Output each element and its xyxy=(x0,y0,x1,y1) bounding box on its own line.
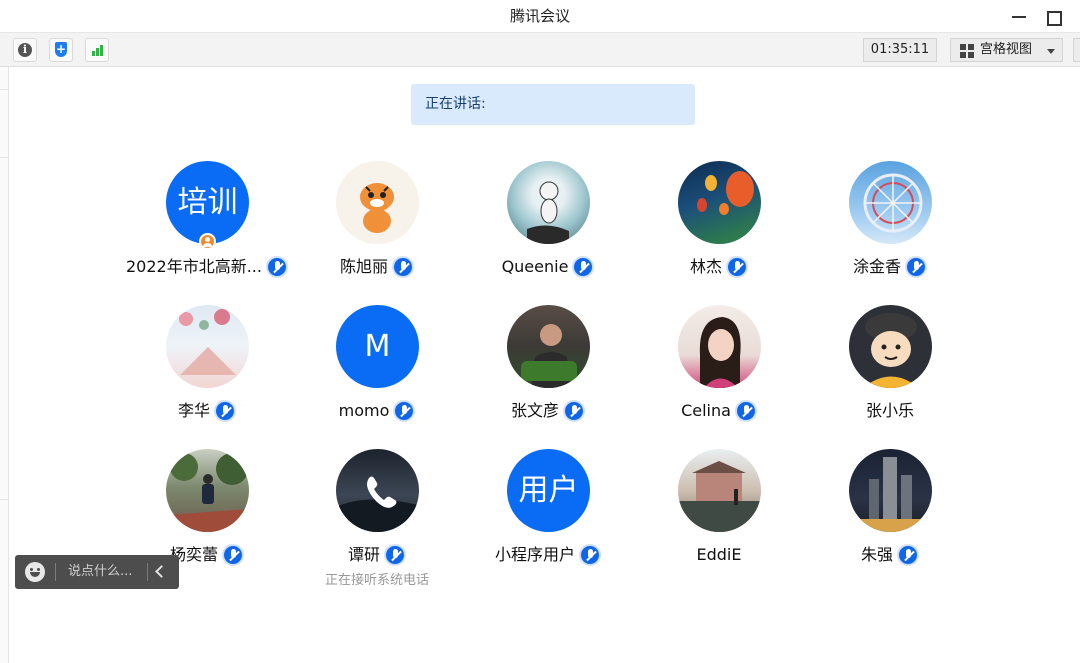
participant-name: 陈旭丽 xyxy=(339,256,388,276)
avatar xyxy=(166,305,249,388)
maximize-icon[interactable] xyxy=(1041,6,1063,28)
meeting-window: 腾讯会议 01:35:11 宫格视图 正在讲话: 培训 2022年市北高新... xyxy=(0,0,1080,663)
minimize-icon[interactable] xyxy=(1008,6,1030,28)
phone-call-icon xyxy=(336,476,419,532)
grid-view-icon xyxy=(960,44,974,58)
avatar xyxy=(166,449,249,532)
participant-name: 2022年市北高新... xyxy=(126,256,262,276)
mic-icon xyxy=(726,255,748,278)
mic-icon xyxy=(214,399,236,422)
mic-icon xyxy=(222,543,244,566)
divider xyxy=(55,563,56,581)
participant-tile[interactable]: Celina xyxy=(634,305,804,445)
meeting-timer: 01:35:11 xyxy=(863,38,937,62)
emoji-icon[interactable] xyxy=(25,562,45,582)
chat-input[interactable]: 说点什么... xyxy=(68,555,132,589)
avatar xyxy=(336,161,419,244)
participant-tile[interactable]: 陈旭丽 xyxy=(292,161,462,301)
participant-name: 涂金香 xyxy=(852,256,901,276)
chevron-left-icon[interactable] xyxy=(155,565,168,578)
meeting-toolbar: 01:35:11 宫格视图 xyxy=(0,33,1080,67)
avatar xyxy=(849,449,932,532)
avatar xyxy=(507,305,590,388)
avatar xyxy=(507,161,590,244)
chat-bar: 说点什么... xyxy=(15,555,179,589)
participant-tile[interactable]: 培训 2022年市北高新... xyxy=(122,161,292,301)
participant-name: 谭研 xyxy=(347,544,380,564)
city-skyscraper-icon xyxy=(849,457,932,532)
mic-icon xyxy=(384,543,406,566)
participant-name: 李华 xyxy=(177,400,210,420)
person-outdoor-icon xyxy=(166,453,249,532)
participant-name: 小程序用户 xyxy=(494,544,575,564)
participant-tile[interactable]: 林杰 xyxy=(634,161,804,301)
mic-icon xyxy=(393,399,416,422)
mic-icon xyxy=(563,399,585,422)
avatar xyxy=(678,161,761,244)
cartoon-boy-icon xyxy=(863,313,919,388)
participant-name: 林杰 xyxy=(689,256,722,276)
mic-icon xyxy=(897,543,919,566)
avatar xyxy=(678,449,761,532)
woman-portrait-icon xyxy=(699,317,741,388)
participant-tile[interactable]: 朱强 xyxy=(805,449,975,589)
avatar: M xyxy=(336,305,419,388)
tiger-cartoon-icon xyxy=(360,183,394,233)
host-icon xyxy=(199,233,216,250)
network-signal-icon[interactable] xyxy=(85,38,109,62)
participant-name: 朱强 xyxy=(860,544,893,564)
avatar: 用户 xyxy=(507,449,590,532)
avatar xyxy=(336,449,419,532)
mic-icon xyxy=(392,255,414,278)
mic-icon xyxy=(572,255,595,278)
participant-tile[interactable]: 李华 xyxy=(122,305,292,445)
participant-tile[interactable]: 张小乐 xyxy=(805,305,975,445)
divider xyxy=(147,563,148,581)
info-icon[interactable] xyxy=(13,38,37,62)
title-bar: 腾讯会议 xyxy=(0,0,1080,33)
caret-down-icon xyxy=(1047,49,1055,54)
view-label: 宫格视图 xyxy=(980,42,1033,57)
participant-name: Queenie xyxy=(501,256,569,276)
participant-name: 张小乐 xyxy=(865,400,914,420)
avatar: 培训 xyxy=(166,161,249,244)
avatar xyxy=(849,305,932,388)
hand-drawing-icon xyxy=(527,181,569,244)
speaking-indicator: 正在讲话: xyxy=(411,84,695,125)
participant-tile[interactable]: 张文彦 xyxy=(463,305,633,445)
security-shield-icon[interactable] xyxy=(49,38,73,62)
floral-art-icon xyxy=(179,309,236,375)
participant-tile[interactable]: EddiE xyxy=(634,449,804,589)
participant-tile[interactable]: 谭研 正在接听系统电话 xyxy=(292,449,462,589)
mic-icon xyxy=(579,543,601,566)
view-switch-button[interactable]: 宫格视图 xyxy=(950,38,1063,62)
gate-tower-icon xyxy=(678,461,761,532)
avatar xyxy=(849,161,932,244)
avatar xyxy=(678,305,761,388)
window-title: 腾讯会议 xyxy=(509,7,570,25)
mic-icon xyxy=(265,255,288,278)
participant-tile[interactable]: 涂金香 xyxy=(805,161,975,301)
fullscreen-button[interactable] xyxy=(1073,38,1080,62)
participant-tile[interactable]: M momo xyxy=(292,305,462,445)
mic-icon xyxy=(905,255,927,278)
mic-icon xyxy=(734,399,757,422)
participant-name: momo xyxy=(338,400,390,420)
person-in-car-icon xyxy=(521,324,577,388)
participant-status: 正在接听系统电话 xyxy=(324,573,429,588)
participant-tile[interactable]: Queenie xyxy=(463,161,633,301)
participant-name: Celina xyxy=(681,400,731,420)
hot-air-balloons-icon xyxy=(697,171,754,215)
participant-name: EddiE xyxy=(696,544,742,564)
participant-tile[interactable]: 用户 小程序用户 xyxy=(463,449,633,589)
side-panel-edge xyxy=(0,67,9,663)
participant-name: 张文彦 xyxy=(510,400,559,420)
ferris-wheel-icon xyxy=(863,173,923,233)
